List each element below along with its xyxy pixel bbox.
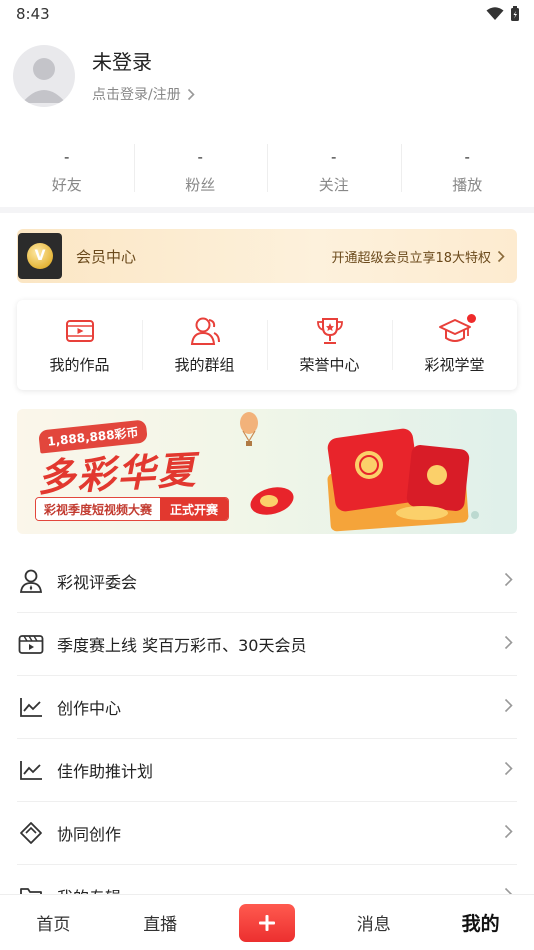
- login-register-label: 点击登录/注册: [92, 87, 181, 103]
- menu-item-label: 彩视评委会: [57, 573, 138, 592]
- tool-label: 荣誉中心: [299, 356, 360, 374]
- wifi-icon: [486, 7, 504, 20]
- stat-label: 关注: [318, 176, 349, 194]
- tab-create[interactable]: [214, 903, 321, 942]
- banner-title: 多彩华夏: [36, 447, 199, 501]
- stat-following[interactable]: - 关注: [267, 140, 401, 202]
- chevron-right-icon: [504, 698, 513, 713]
- menu-item-label: 创作中心: [57, 699, 122, 718]
- status-bar: 8:43: [0, 0, 534, 30]
- tool-my-works[interactable]: 我的作品: [17, 300, 142, 390]
- tab-me[interactable]: 我的: [427, 909, 534, 936]
- chevron-right-icon: [504, 761, 513, 776]
- stat-label: 播放: [452, 176, 483, 194]
- graduation-cap-icon: [438, 314, 476, 346]
- judge-icon: [17, 567, 45, 595]
- menu-item-label: 季度赛上线 奖百万彩币、30天会员: [57, 636, 307, 655]
- line-chart-icon: [17, 693, 45, 721]
- chevron-right-icon: [497, 250, 505, 262]
- profile-header[interactable]: 未登录 点击登录/注册: [0, 40, 534, 120]
- clapperboard-icon: [17, 630, 45, 658]
- chevron-right-icon: [187, 88, 195, 100]
- menu-item-boost-plan[interactable]: 佳作助推计划: [17, 739, 517, 802]
- chevron-right-icon: [504, 572, 513, 587]
- tab-home[interactable]: 首页: [0, 910, 107, 935]
- menu-item-creator-center[interactable]: 创作中心: [17, 676, 517, 739]
- banner-subtitle: 彩视季度短视频大赛: [36, 498, 161, 520]
- section-divider: [0, 207, 534, 213]
- plus-icon: [258, 914, 275, 931]
- vip-badge: V: [18, 233, 62, 279]
- chevron-right-icon: [504, 635, 513, 650]
- tool-label: 我的群组: [174, 356, 235, 374]
- bottom-tab-bar: 首页 直播 消息 我的: [0, 894, 534, 950]
- profile-name: 未登录: [92, 50, 152, 74]
- collab-icon: [17, 819, 45, 847]
- tab-messages[interactable]: 消息: [320, 910, 427, 935]
- stats-bar: - 好友 - 粉丝 - 关注 - 播放: [0, 140, 534, 202]
- vip-cta[interactable]: 开通超级会员立享18大特权: [331, 247, 505, 266]
- battery-icon: [511, 6, 519, 21]
- tab-live[interactable]: 直播: [107, 910, 214, 935]
- menu-item-judges[interactable]: 彩视评委会: [17, 550, 517, 613]
- login-register-link[interactable]: 点击登录/注册: [92, 84, 195, 104]
- default-avatar-icon: [22, 58, 66, 103]
- stat-friends[interactable]: - 好友: [0, 140, 134, 202]
- stat-value: -: [64, 148, 70, 166]
- tool-my-groups[interactable]: 我的群组: [142, 300, 267, 390]
- chevron-right-icon: [504, 824, 513, 839]
- menu-item-collaboration[interactable]: 协同创作: [17, 802, 517, 865]
- status-time: 8:43: [16, 5, 50, 23]
- video-icon: [63, 316, 97, 346]
- stat-plays[interactable]: - 播放: [400, 140, 534, 202]
- stat-label: 粉丝: [185, 176, 216, 194]
- group-icon: [188, 316, 222, 346]
- quick-tools: 我的作品 我的群组 荣誉中心 彩视学堂: [17, 300, 517, 390]
- promo-banner[interactable]: 1,888,888彩币 多彩华夏 彩视季度短视频大赛 正式开赛: [17, 409, 517, 534]
- banner-start-button[interactable]: 正式开赛: [160, 498, 229, 520]
- tool-label: 我的作品: [49, 356, 110, 374]
- status-icons: [486, 6, 520, 22]
- menu-item-season-contest[interactable]: 季度赛上线 奖百万彩币、30天会员: [17, 613, 517, 676]
- menu-list: 彩视评委会 季度赛上线 奖百万彩币、30天会员 创作中心 佳作助推计划 协同创作: [17, 550, 517, 928]
- notification-dot: [466, 314, 476, 323]
- avatar[interactable]: [13, 45, 75, 107]
- tool-academy[interactable]: 彩视学堂: [392, 300, 517, 390]
- menu-item-label: 佳作助推计划: [57, 762, 154, 781]
- vip-title: 会员中心: [76, 247, 137, 266]
- stat-value: -: [331, 148, 337, 166]
- banner-subtitle-bar: 彩视季度短视频大赛 正式开赛: [35, 497, 230, 521]
- vip-center-banner[interactable]: V 会员中心 开通超级会员立享18大特权: [17, 229, 517, 283]
- tool-honor-center[interactable]: 荣誉中心: [267, 300, 392, 390]
- vip-coin-icon: V: [27, 243, 53, 269]
- stat-fans[interactable]: - 粉丝: [133, 140, 268, 202]
- stat-label: 好友: [51, 176, 82, 194]
- create-button[interactable]: [238, 903, 295, 942]
- line-chart-icon: [17, 756, 45, 784]
- trophy-icon: [313, 316, 347, 346]
- menu-item-label: 协同创作: [57, 825, 122, 844]
- stat-value: -: [464, 148, 470, 166]
- vip-cta-label: 开通超级会员立享18大特权: [331, 250, 491, 266]
- tool-label: 彩视学堂: [424, 356, 485, 374]
- stat-value: -: [197, 148, 203, 166]
